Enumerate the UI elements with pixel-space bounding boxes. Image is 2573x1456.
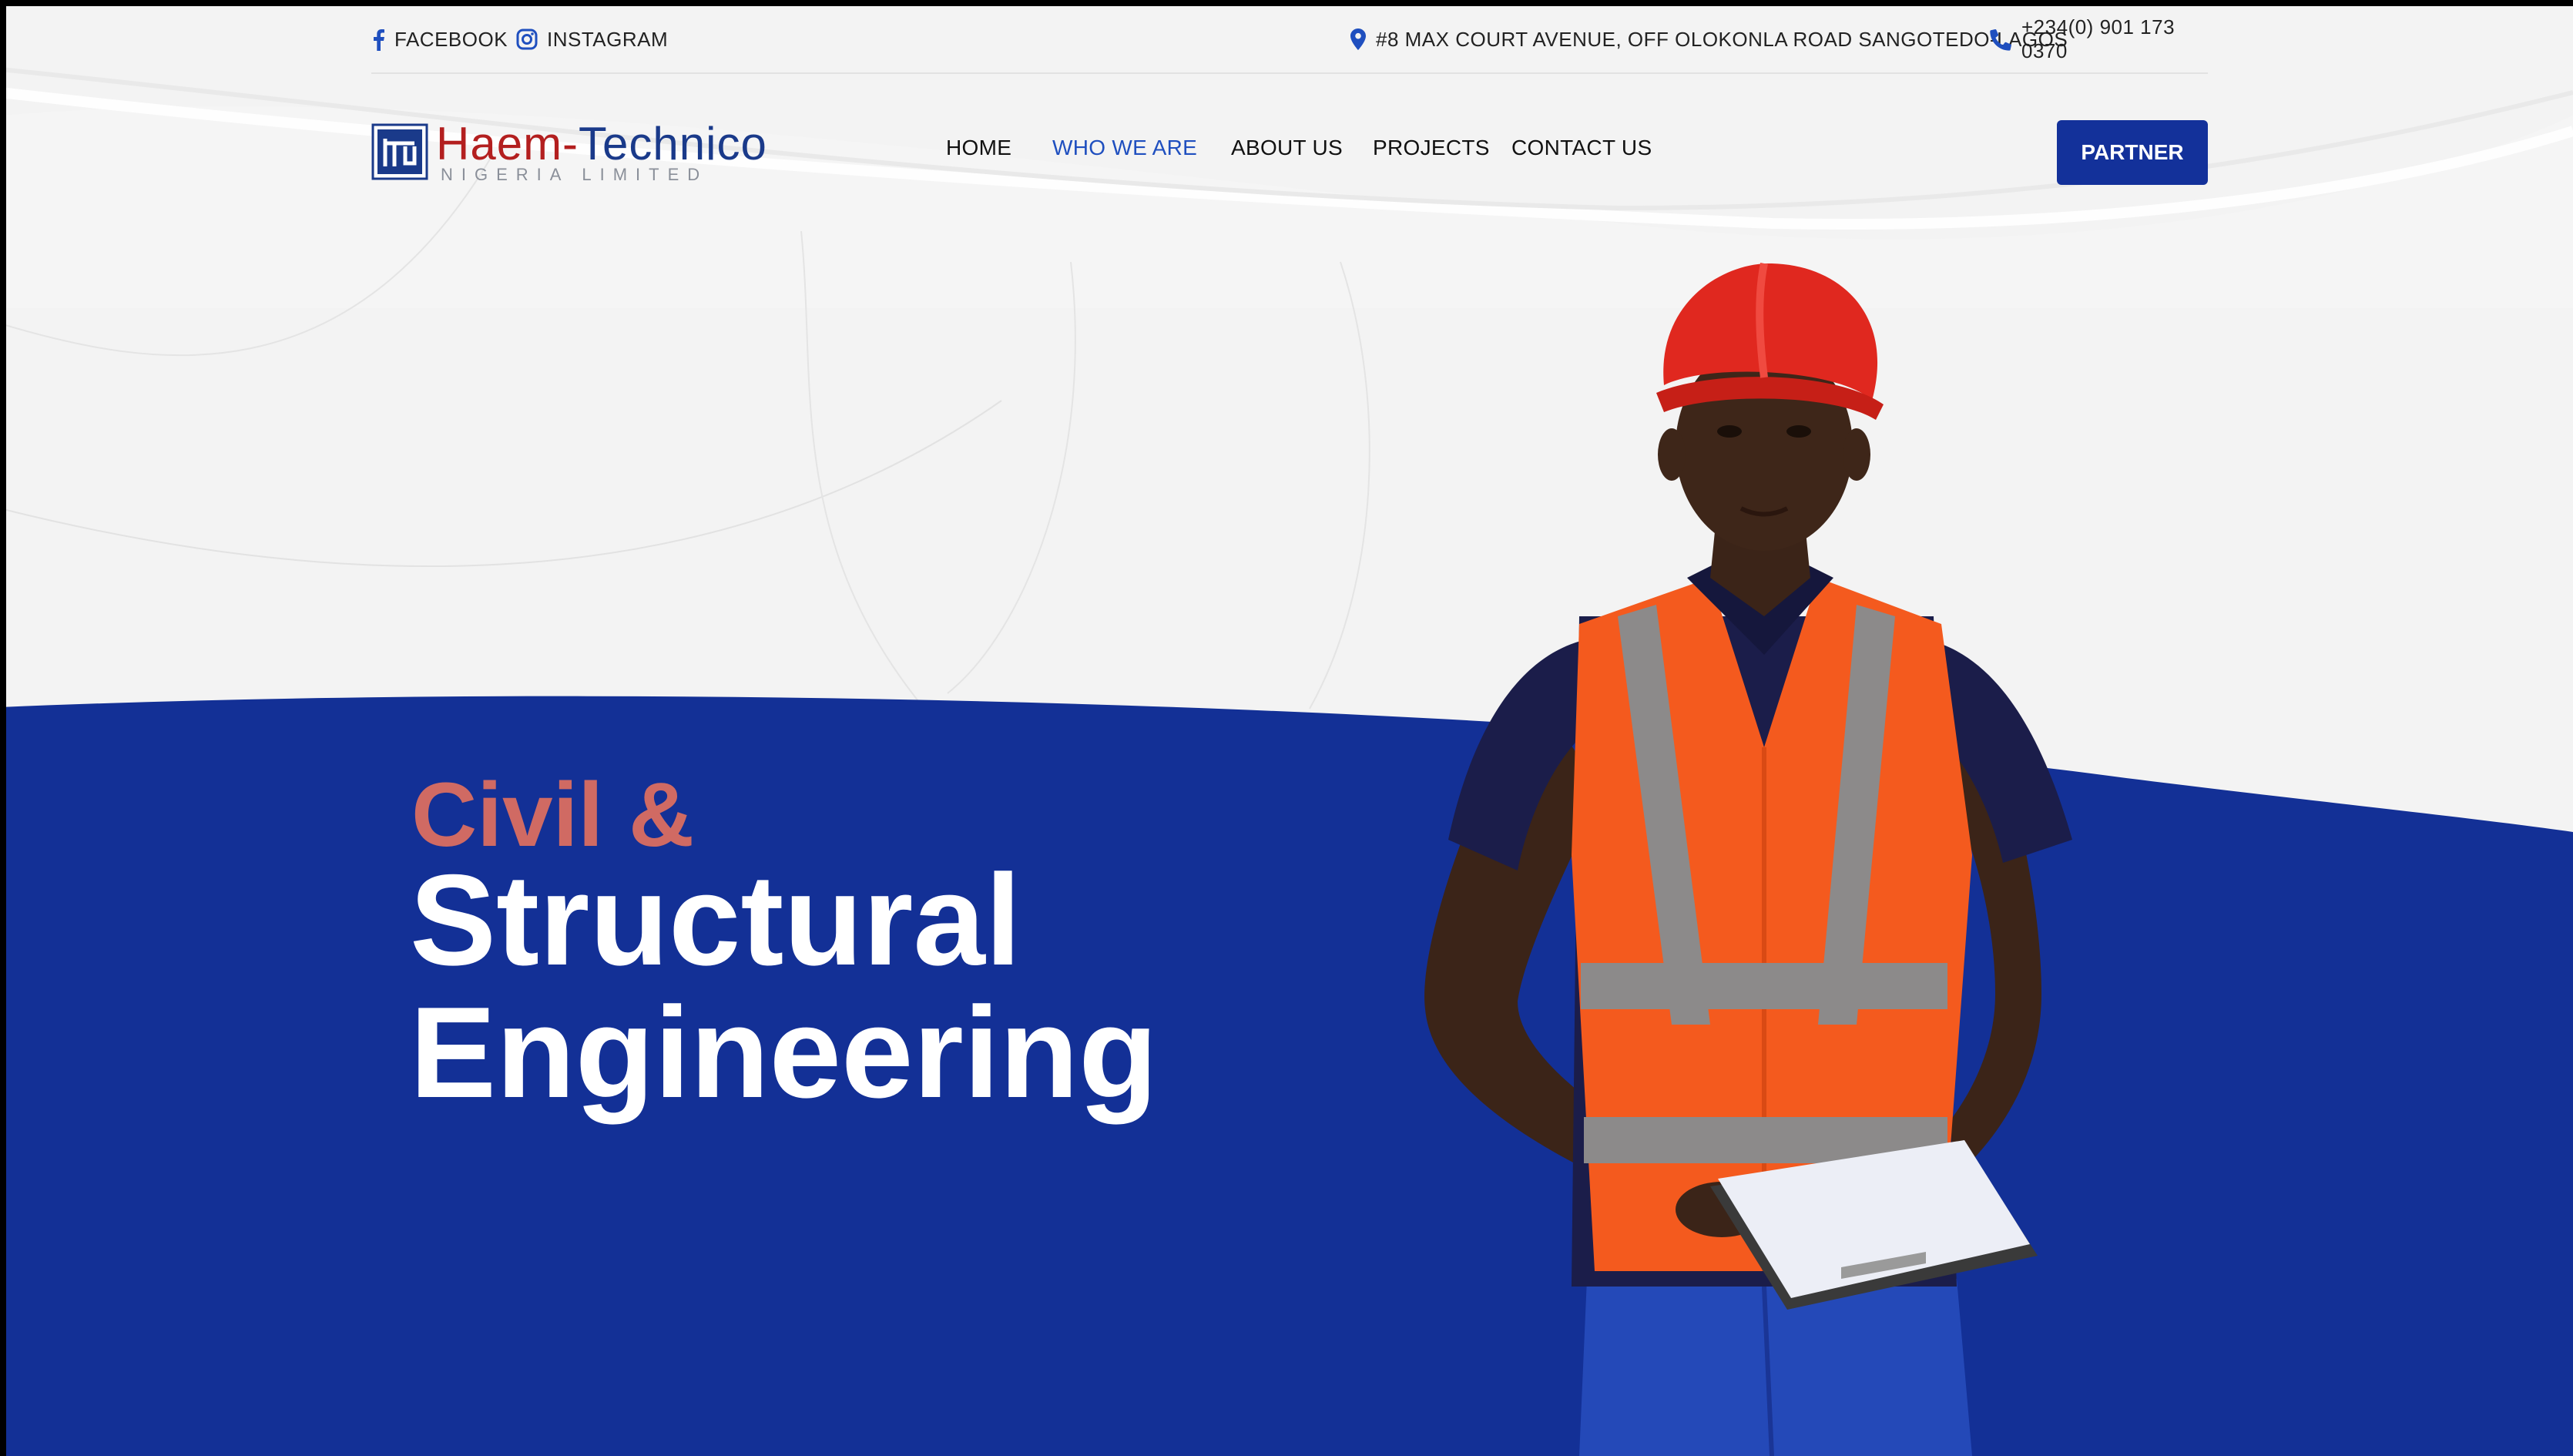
address-label: #8 MAX COURT AVENUE, OFF OLOKONLA ROAD S… [1376,27,2068,51]
phone-link[interactable]: +234(0) 901 173 0370 [1989,15,2208,62]
top-info-bar: FACEBOOK INSTAGRAM #8 MAX COURT AVENUE, … [371,15,2208,62]
instagram-link[interactable]: INSTAGRAM [516,23,668,55]
facebook-link[interactable]: FACEBOOK [371,23,508,55]
facebook-label: FACEBOOK [394,27,508,51]
hero-title-line1: Structural [410,847,1021,992]
nav-about-us[interactable]: ABOUT US [1231,136,1343,160]
topbar-divider [371,72,2208,74]
address-info: #8 MAX COURT AVENUE, OFF OLOKONLA ROAD S… [1350,23,2068,55]
instagram-icon [516,29,538,50]
facebook-icon [371,28,385,51]
nav-home[interactable]: HOME [946,136,1011,160]
logo-name-part1: Haem- [436,118,579,169]
logo-mark-icon [371,123,428,180]
map-pin-icon [1350,28,1367,51]
phone-label: +234(0) 901 173 0370 [2021,15,2175,62]
logo-subtitle: NIGERIA LIMITED [441,165,709,184]
nav-who-we-are[interactable]: WHO WE ARE [1052,136,1197,160]
nav-contact-us[interactable]: CONTACT US [1511,136,1652,160]
partner-button[interactable]: PARTNER [2057,120,2208,185]
hero-background [0,0,2573,1456]
engineer-photo [1424,262,2072,1456]
company-logo[interactable]: Haem-Technico NIGERIA LIMITED [371,117,767,186]
logo-wordmark: Haem-Technico [436,117,767,170]
instagram-label: INSTAGRAM [547,27,669,51]
phone-icon [1989,28,2012,51]
window-frame-top [0,0,2573,6]
hero-title-line2: Engineering [410,980,1158,1125]
logo-name-part2: Technico [579,118,767,169]
window-frame-left [0,0,6,1456]
nav-projects[interactable]: PROJECTS [1373,136,1490,160]
